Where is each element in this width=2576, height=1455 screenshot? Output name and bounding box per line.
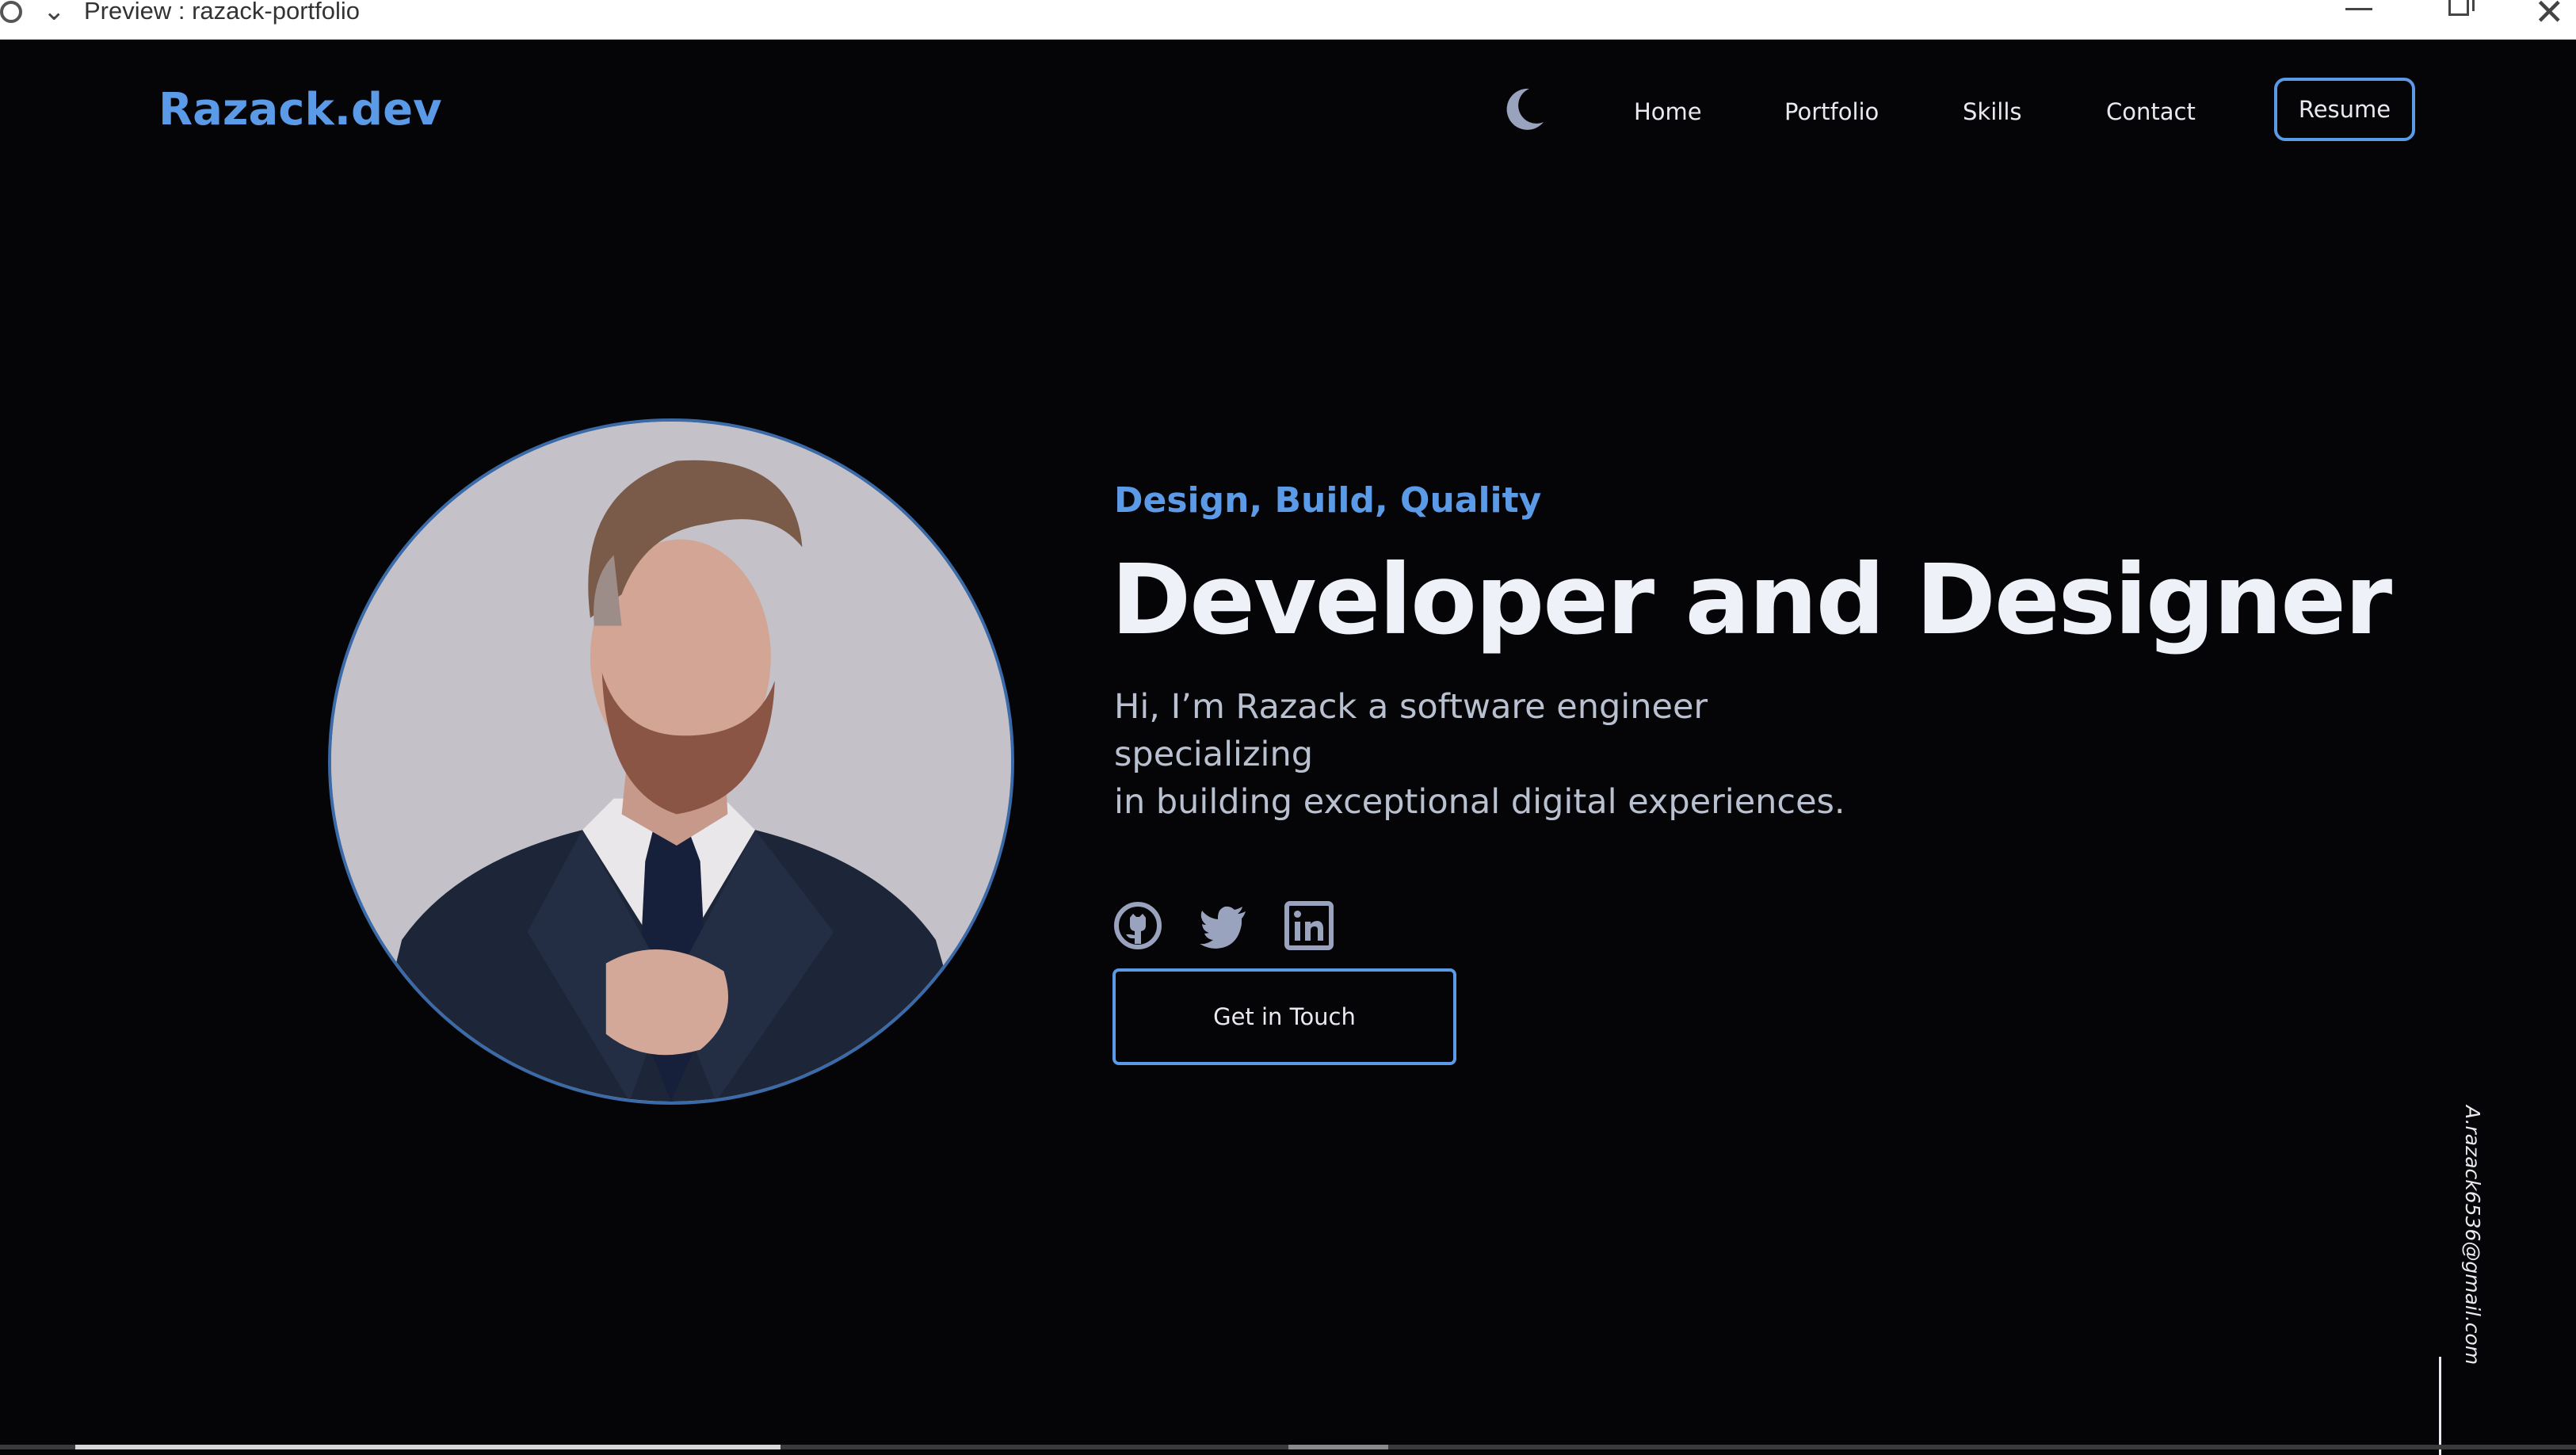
window-title-bar: ⌄ Preview : razack-portfolio ✕ bbox=[0, 0, 2576, 40]
app-icon bbox=[0, 1, 22, 23]
site-logo[interactable]: Razack.dev bbox=[158, 84, 442, 136]
window-title: Preview : razack-portfolio bbox=[84, 0, 361, 25]
hero-tagline: Design, Build, Quality bbox=[1114, 480, 1542, 521]
hero-intro: Hi, I’m Razack a software engineer speci… bbox=[1114, 683, 1906, 826]
portfolio-page: Razack.dev Home Portfolio Skills Contact… bbox=[0, 40, 2576, 1455]
nav-portfolio[interactable]: Portfolio bbox=[1784, 98, 1879, 125]
scrollbar-thumb[interactable] bbox=[75, 1445, 780, 1449]
restore-icon[interactable] bbox=[2448, 0, 2475, 16]
profile-photo bbox=[328, 418, 1014, 1105]
resume-button[interactable]: Resume bbox=[2274, 78, 2415, 141]
chevron-down-icon[interactable]: ⌄ bbox=[43, 0, 66, 27]
linkedin-icon[interactable] bbox=[1284, 900, 1334, 951]
get-in-touch-button[interactable]: Get in Touch bbox=[1112, 968, 1456, 1065]
side-divider-line bbox=[2439, 1357, 2441, 1455]
nav-home[interactable]: Home bbox=[1634, 98, 1702, 125]
nav-skills[interactable]: Skills bbox=[1963, 98, 2021, 125]
twitter-icon[interactable] bbox=[1198, 900, 1249, 951]
side-email-link[interactable]: A.razack6536@gmail.com bbox=[2461, 1106, 2484, 1365]
minimize-icon[interactable] bbox=[2345, 8, 2372, 10]
hero-headline: Developer and Designer bbox=[1111, 544, 2392, 656]
scrollbar-marker bbox=[1288, 1445, 1388, 1449]
horizontal-scrollbar[interactable] bbox=[0, 1445, 2576, 1449]
moon-icon[interactable] bbox=[1506, 87, 1545, 130]
github-icon[interactable] bbox=[1112, 900, 1163, 951]
hero-intro-line-2: in building exceptional digital experien… bbox=[1114, 782, 1845, 822]
nav-contact[interactable]: Contact bbox=[2106, 98, 2196, 125]
close-icon[interactable]: ✕ bbox=[2534, 0, 2565, 33]
hero-intro-line-1: Hi, I’m Razack a software engineer speci… bbox=[1114, 687, 1708, 774]
